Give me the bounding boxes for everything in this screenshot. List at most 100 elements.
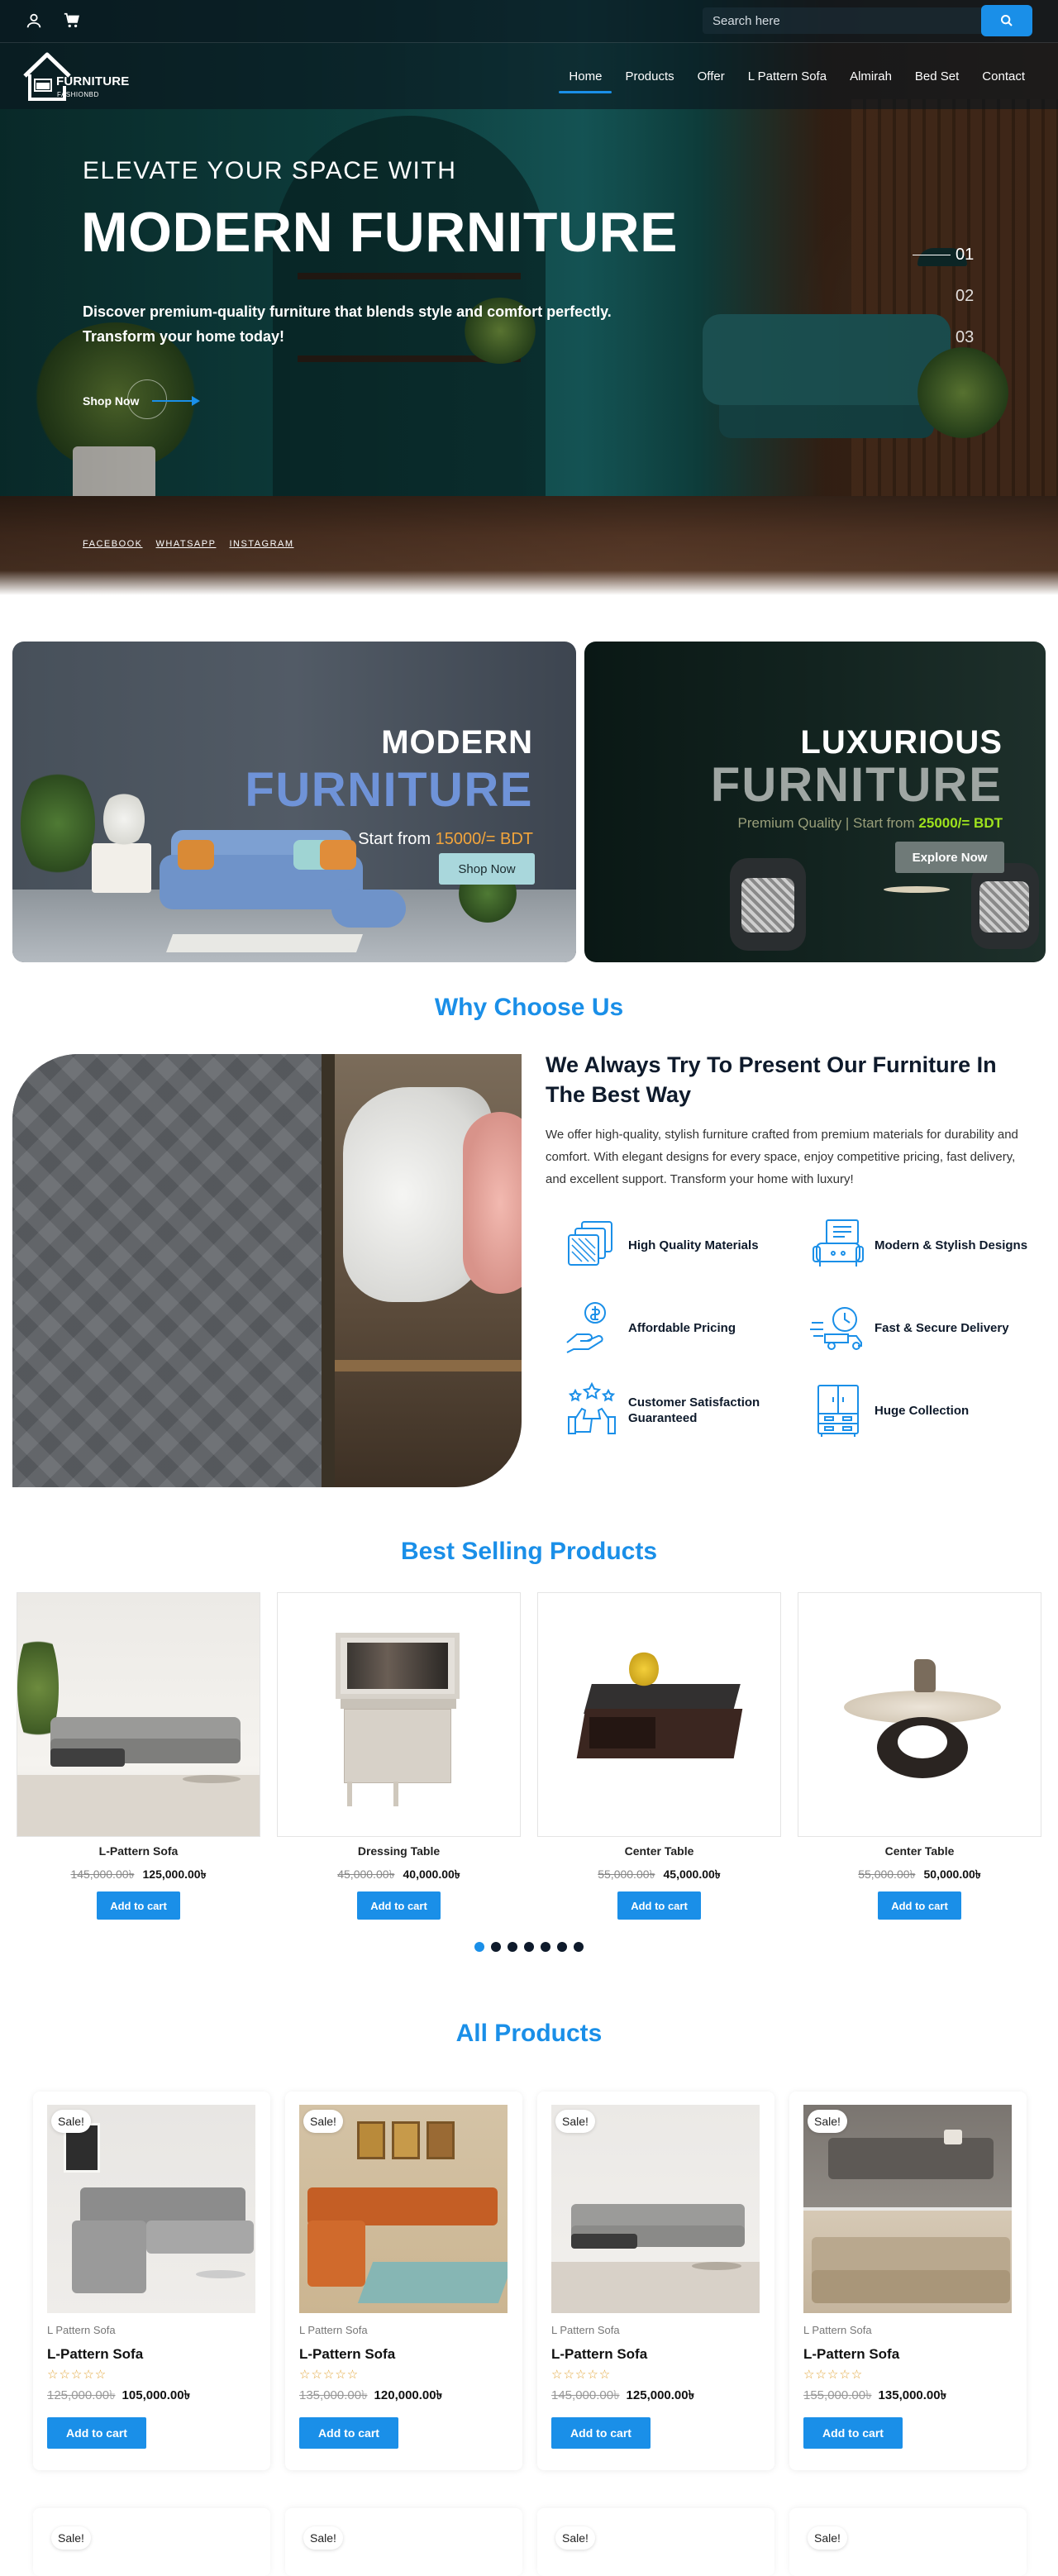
sale-badge: Sale! [555,2526,595,2550]
hero-section: FURNITURE FASHIONBD Home Products Offer … [0,0,1058,595]
nav-contact[interactable]: Contact [970,64,1037,89]
add-to-cart-button[interactable]: Add to cart [97,1891,180,1920]
product-image[interactable] [551,2105,760,2313]
product-card[interactable]: Sale! L Pattern Sofa L-Pattern Sofa ☆☆☆☆… [285,2092,522,2470]
product-image[interactable] [299,2105,508,2313]
facebook-link[interactable]: FACEBOOK [83,539,143,549]
nav-offer[interactable]: Offer [686,64,736,89]
carousel-dot[interactable] [541,1942,550,1952]
cta-ring-icon [127,379,167,419]
product-image[interactable] [803,2105,1012,2313]
search-input[interactable] [703,7,988,34]
nav-almirah[interactable]: Almirah [838,64,903,89]
product-category[interactable]: L Pattern Sofa [803,2324,872,2336]
sale-badge: Sale! [51,2526,91,2550]
product-card[interactable]: Sale! L Pattern Sofa L-Pattern Sofa ☆☆☆☆… [33,2092,270,2470]
product-card[interactable]: Sale! [285,2508,522,2576]
all-products-title: All Products [455,2020,603,2047]
promo-banner-luxurious[interactable]: LUXURIOUS FURNITURE Premium Quality | St… [584,642,1046,962]
main-navbar: FURNITURE FASHIONBD Home Products Offer … [0,43,1058,109]
best-selling-title: Best Selling Products [400,1538,658,1565]
product-card[interactable]: Sale! [789,2508,1027,2576]
cabinet-icon [817,1385,859,1437]
nav-home[interactable]: Home [557,64,613,93]
add-to-cart-button[interactable]: Add to cart [551,2417,651,2449]
product-category[interactable]: L Pattern Sofa [47,2324,116,2336]
product-name[interactable]: L-Pattern Sofa [47,2346,143,2363]
add-to-cart-button[interactable]: Add to cart [47,2417,146,2449]
hero-title: MODERN FURNITURE [81,201,678,264]
search-button[interactable] [981,5,1032,36]
nav-l-pattern-sofa[interactable]: L Pattern Sofa [736,64,838,89]
promo-modern-price: 15000/= BDT [435,830,533,848]
carousel-dot[interactable] [508,1942,517,1952]
feature-pricing: Affordable Pricing [546,1298,794,1364]
nav-menu: Home Products Offer L Pattern Sofa Almir… [557,64,1037,93]
add-to-cart-button[interactable]: Add to cart [299,2417,398,2449]
promo-modern-line1: MODERN [381,724,533,761]
product-name[interactable]: L-Pattern Sofa [299,2346,395,2363]
sale-badge: Sale! [808,2110,847,2133]
carousel-dot[interactable] [574,1942,584,1952]
nav-products[interactable]: Products [613,64,685,89]
sale-badge: Sale! [303,2110,343,2133]
carousel-dot[interactable] [557,1942,567,1952]
product-name[interactable]: L-Pattern Sofa [803,2346,899,2363]
add-to-cart-button[interactable]: Add to cart [617,1891,701,1920]
promo-lux-explore-button[interactable]: Explore Now [895,842,1004,873]
product-name[interactable]: L-Pattern Sofa [551,2346,647,2363]
sale-badge: Sale! [808,2526,847,2550]
promo-lux-price: 25000/= BDT [918,815,1003,831]
product-name[interactable]: L-Pattern Sofa [17,1844,260,1858]
feature-delivery: Fast & Secure Delivery [792,1298,1040,1364]
hero-shop-now-link[interactable]: Shop Now [83,379,200,419]
carousel-dot[interactable] [491,1942,501,1952]
slide-01[interactable]: 01 [913,245,1012,286]
feature-collection: Huge Collection [792,1381,1040,1447]
product-image[interactable] [277,1592,521,1837]
hero-kicker: ELEVATE YOUR SPACE WITH [83,157,457,184]
product-name[interactable]: Dressing Table [277,1844,521,1858]
product-card[interactable]: Sale! L Pattern Sofa L-Pattern Sofa ☆☆☆☆… [537,2092,774,2470]
why-text: We offer high-quality, stylish furniture… [546,1128,1018,1186]
carousel-dot[interactable] [524,1942,534,1952]
promo-lux-sub: Premium Quality | Start from 25000/= BDT [737,815,1003,831]
promo-banner-modern[interactable]: MODERN FURNITURE Start from 15000/= BDT … [12,642,576,962]
product-category[interactable]: L Pattern Sofa [551,2324,620,2336]
thumbs-up-stars-icon [568,1381,616,1434]
product-image[interactable] [798,1592,1041,1837]
add-to-cart-button[interactable]: Add to cart [357,1891,441,1920]
social-links: FACEBOOK WHATSAPP INSTAGRAM [83,539,294,549]
product-image[interactable] [17,1592,260,1837]
instagram-link[interactable]: INSTAGRAM [229,539,293,549]
site-logo[interactable]: FURNITURE FASHIONBD [21,50,129,104]
slide-indicator: 01 02 03 [913,245,1012,369]
add-to-cart-button[interactable]: Add to cart [878,1891,961,1920]
search-icon [1001,15,1013,26]
product-name[interactable]: Center Table [537,1844,781,1858]
product-image[interactable] [47,2105,255,2313]
promo-modern-shop-button[interactable]: Shop Now [439,853,535,885]
why-section-title: Why Choose Us [434,994,624,1021]
rating-stars-icon: ☆☆☆☆☆ [47,2368,107,2382]
nav-bed-set[interactable]: Bed Set [903,64,970,89]
product-card[interactable]: Sale! L Pattern Sofa L-Pattern Sofa ☆☆☆☆… [789,2092,1027,2470]
cart-icon[interactable] [63,12,81,30]
material-swatch-icon [568,1221,612,1266]
user-icon[interactable] [25,12,43,30]
carousel-dot[interactable] [474,1942,484,1952]
rating-stars-icon: ☆☆☆☆☆ [551,2368,612,2382]
product-card[interactable]: Sale! [33,2508,270,2576]
slide-03[interactable]: 03 [913,327,1012,369]
product-category[interactable]: L Pattern Sofa [299,2324,368,2336]
product-image[interactable] [537,1592,781,1837]
slide-02[interactable]: 02 [913,286,1012,327]
delivery-truck-icon [810,1307,862,1350]
whatsapp-link[interactable]: WHATSAPP [156,539,217,549]
sale-badge: Sale! [555,2110,595,2133]
add-to-cart-button[interactable]: Add to cart [803,2417,903,2449]
product-name[interactable]: Center Table [798,1844,1041,1858]
product-card[interactable]: Sale! [537,2508,774,2576]
hero-description: Discover premium-quality furniture that … [83,303,612,345]
arrow-right-icon [152,396,200,406]
